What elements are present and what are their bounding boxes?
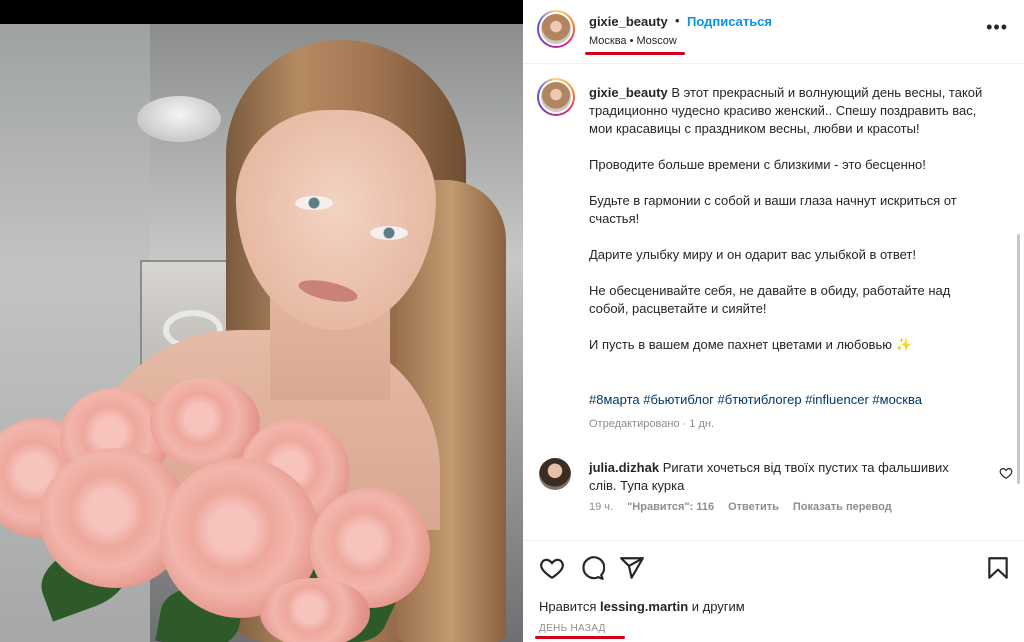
photo-eye-right	[370, 226, 408, 240]
post-photo[interactable]	[0, 0, 523, 642]
caption-paragraph: Дарите улыбку миру и он одарит вас улыбк…	[589, 247, 916, 262]
comment-likes[interactable]: "Нравится": 116	[627, 501, 714, 513]
caption-paragraph: И пусть в вашем доме пахнет цветами и лю…	[589, 337, 912, 352]
author-username[interactable]: gixie_beauty	[589, 14, 668, 29]
commenter-avatar[interactable]	[539, 458, 571, 490]
separator-dot: •	[675, 13, 680, 28]
comment-text: julia.dizhak Ригати хочеться від твоїх п…	[589, 459, 969, 495]
post-header: gixie_beauty • Подписаться Москва • Mosc…	[523, 0, 1024, 64]
translate-button[interactable]: Показать перевод	[793, 501, 892, 513]
comment-meta: 19 ч. "Нравится": 116 Ответить Показать …	[589, 501, 892, 513]
likes-prefix: Нравится	[539, 599, 597, 614]
hashtags[interactable]: #8марта #бьютиблог #бтютиблогер #influen…	[589, 392, 922, 407]
caption-avatar[interactable]	[537, 78, 575, 116]
more-icon[interactable]: •••	[986, 18, 1008, 36]
likes-summary[interactable]: Нравится lessing.martin и другим	[539, 599, 745, 614]
caption-paragraph: Не обесценивайте себя, не давайте в обид…	[589, 283, 951, 316]
edited-label: Отредактировано · 1 дн.	[589, 418, 715, 430]
caption-text: gixie_beauty В этот прекрасный и волнующ…	[589, 84, 984, 372]
photo-eye-left	[295, 196, 333, 210]
caption-paragraph: Будьте в гармонии с собой и ваши глаза н…	[589, 193, 957, 226]
photo-bouquet	[0, 378, 450, 642]
reply-button[interactable]: Ответить	[728, 501, 779, 513]
scrollbar[interactable]	[1017, 234, 1020, 484]
comment-icon[interactable]	[579, 555, 605, 581]
comment-heart-icon[interactable]	[999, 466, 1013, 480]
author-avatar[interactable]	[537, 10, 575, 48]
likes-suffix: и другим	[691, 599, 745, 614]
action-bar: Нравится lessing.martin и другим ДЕНЬ НА…	[523, 540, 1024, 642]
caption-area: gixie_beauty В этот прекрасный и волнующ…	[523, 64, 1024, 544]
follow-button[interactable]: Подписаться	[687, 14, 772, 29]
location-annotation-underline	[585, 52, 685, 55]
post-time: ДЕНЬ НАЗАД	[539, 623, 606, 634]
comment-time: 19 ч.	[589, 501, 614, 513]
likes-user[interactable]: lessing.martin	[600, 599, 688, 614]
caption-username[interactable]: gixie_beauty	[589, 85, 668, 100]
commenter-username[interactable]: julia.dizhak	[589, 460, 659, 475]
rose	[260, 578, 370, 642]
heart-icon[interactable]	[539, 555, 565, 581]
bookmark-icon[interactable]	[985, 555, 1011, 581]
photo-ceiling-lamp	[137, 96, 221, 142]
post-details-panel: gixie_beauty • Подписаться Москва • Mosc…	[523, 0, 1024, 642]
share-icon[interactable]	[619, 555, 645, 581]
location-link[interactable]: Москва • Moscow	[589, 35, 677, 47]
caption-paragraph: Проводите больше времени с близкими - эт…	[589, 157, 926, 172]
time-annotation-underline	[535, 636, 625, 639]
